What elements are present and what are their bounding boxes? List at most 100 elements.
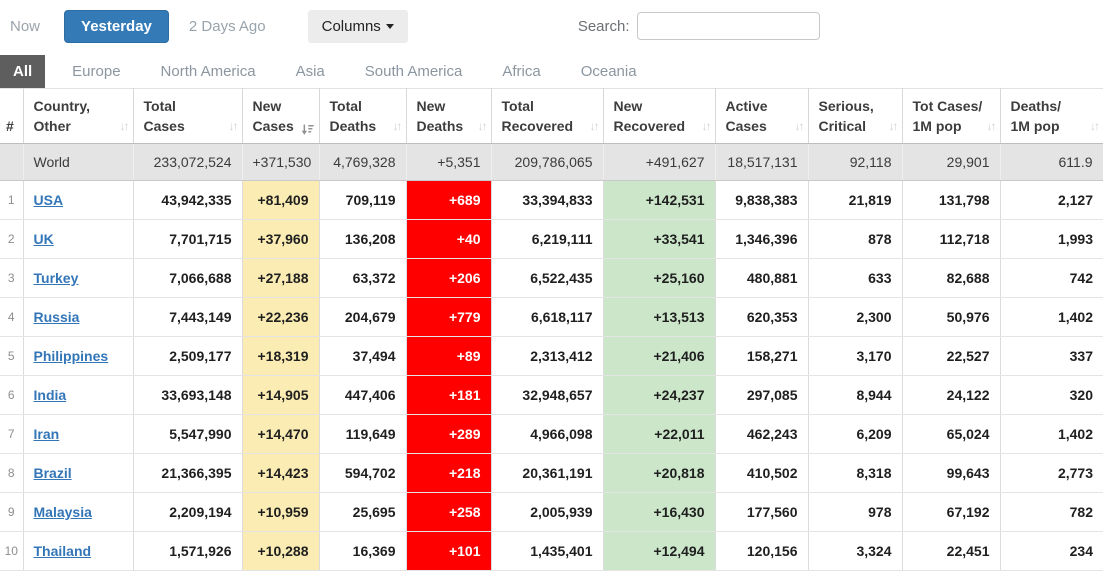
search-group: Search: [578, 12, 820, 40]
sort-unsorted-icon: ↓↑ [228, 119, 239, 134]
sort-unsorted-icon: ↓↑ [477, 119, 488, 134]
two-days-ago-button[interactable]: 2 Days Ago [189, 18, 266, 35]
cell-serious-critical: 978 [808, 492, 903, 532]
header-new-deaths[interactable]: New Deaths ↓↑ [406, 88, 492, 144]
cell-total-deaths: 136,208 [319, 219, 407, 259]
tab-all[interactable]: All [0, 55, 46, 88]
cell-active-cases: 620,353 [715, 297, 809, 337]
cell-rank: 2 [0, 219, 24, 259]
continent-tabs: All Europe North America Asia South America A… [0, 52, 1103, 88]
cell-deaths-1m: 2,773 [1000, 453, 1103, 493]
header-active-cases[interactable]: Active Cases ↓↑ [715, 88, 809, 144]
header-rank: # [0, 88, 24, 144]
cell-total-cases: 233,072,524 [133, 143, 243, 181]
cell-rank: 8 [0, 453, 24, 493]
cell-total-recovered: 6,522,435 [491, 258, 604, 298]
now-button[interactable]: Now [10, 18, 40, 35]
cell-total-cases: 33,693,148 [133, 375, 243, 415]
header-label: Other [33, 118, 71, 135]
header-deaths-1m[interactable]: Deaths/1M pop ↓↑ [1000, 88, 1103, 144]
header-total-recovered[interactable]: Total Recovered ↓↑ [491, 88, 604, 144]
cell-total-recovered: 2,313,412 [491, 336, 604, 376]
table-row: 9 Malaysia 2,209,194 +10,959 25,695 +258 2,005… [0, 492, 1103, 532]
cell-tot-cases-1m: 24,122 [902, 375, 1001, 415]
country-link[interactable]: Russia [34, 309, 80, 325]
table-body: World 233,072,524 +371,530 4,769,328 +5,351 2… [0, 143, 1103, 571]
header-new-recovered[interactable]: New Recovered ↓↑ [603, 88, 716, 144]
table-row: 7 Iran 5,547,990 +14,470 119,649 +289 4,966,09… [0, 414, 1103, 454]
tab-north-america[interactable]: North America [148, 55, 269, 88]
cell-serious-critical: 8,944 [808, 375, 903, 415]
cell-total-recovered: 32,948,657 [491, 375, 604, 415]
cell-new-deaths: +689 [406, 180, 492, 220]
cell-rank: 3 [0, 258, 24, 298]
search-input[interactable] [636, 12, 820, 40]
header-label: 1M pop [912, 118, 962, 135]
cell-serious-critical: 3,170 [808, 336, 903, 376]
cell-total-deaths: 16,369 [319, 531, 407, 571]
cell-active-cases: 1,346,396 [715, 219, 809, 259]
sort-unsorted-icon: ↓↑ [1090, 119, 1100, 134]
header-total-deaths[interactable]: Total Deaths ↓↑ [319, 88, 407, 144]
cell-deaths-1m: 782 [1000, 492, 1103, 532]
header-new-cases[interactable]: New Cases [242, 88, 320, 144]
sort-desc-icon [301, 123, 314, 136]
country-link[interactable]: Turkey [34, 270, 79, 286]
cell-tot-cases-1m: 22,527 [902, 336, 1001, 376]
cell-new-cases: +37,960 [242, 219, 320, 259]
cell-deaths-1m: 1,402 [1000, 297, 1103, 337]
cell-country: Malaysia [23, 492, 134, 532]
country-link[interactable]: Iran [34, 426, 60, 442]
header-serious-critical[interactable]: Serious, Critical ↓↑ [808, 88, 903, 144]
cell-deaths-1m: 742 [1000, 258, 1103, 298]
sort-unsorted-icon: ↓↑ [888, 119, 899, 134]
header-label: Serious, [818, 98, 874, 114]
tab-europe[interactable]: Europe [59, 55, 133, 88]
covid-stats-table: # Country, Other ↓↑ Total Cases ↓↑ New Cases Tota… [0, 88, 1103, 571]
country-link[interactable]: Thailand [34, 543, 92, 559]
country-link[interactable]: UK [34, 231, 54, 247]
yesterday-button[interactable]: Yesterday [64, 9, 169, 43]
header-label: Total [329, 98, 362, 114]
country-link[interactable]: Philippines [34, 348, 109, 364]
header-label: Active [725, 98, 768, 114]
header-total-cases[interactable]: Total Cases ↓↑ [133, 88, 243, 144]
tab-africa[interactable]: Africa [489, 55, 553, 88]
cell-rank: 7 [0, 414, 24, 454]
country-link[interactable]: Brazil [34, 465, 72, 481]
cell-new-recovered: +13,513 [603, 297, 716, 337]
cell-new-deaths: +40 [406, 219, 492, 259]
cell-tot-cases-1m: 131,798 [902, 180, 1001, 220]
cell-total-recovered: 209,786,065 [491, 143, 604, 181]
country-link[interactable]: Malaysia [34, 504, 92, 520]
cell-rank: 9 [0, 492, 24, 532]
cell-serious-critical: 92,118 [808, 143, 903, 181]
country-link[interactable]: USA [34, 192, 64, 208]
header-label: New [613, 98, 643, 114]
cell-total-deaths: 594,702 [319, 453, 407, 493]
cell-new-deaths: +206 [406, 258, 492, 298]
cell-new-deaths: +89 [406, 336, 492, 376]
cell-rank: 4 [0, 297, 24, 337]
cell-country: Russia [23, 297, 134, 337]
tab-south-america[interactable]: South America [352, 55, 476, 88]
country-link[interactable]: India [34, 387, 67, 403]
tab-oceania[interactable]: Oceania [568, 55, 650, 88]
sort-unsorted-icon: ↓↑ [701, 119, 712, 134]
cell-total-cases: 2,209,194 [133, 492, 243, 532]
tab-asia[interactable]: Asia [283, 55, 338, 88]
table-row: 4 Russia 7,443,149 +22,236 204,679 +779 6,618,… [0, 297, 1103, 337]
cell-new-deaths: +218 [406, 453, 492, 493]
cell-active-cases: 480,881 [715, 258, 809, 298]
cell-deaths-1m: 337 [1000, 336, 1103, 376]
header-country[interactable]: Country, Other ↓↑ [23, 88, 134, 144]
columns-dropdown-button[interactable]: Columns [307, 9, 408, 43]
table-header-row: # Country, Other ↓↑ Total Cases ↓↑ New Cases Tota… [0, 88, 1103, 144]
cell-rank: 5 [0, 336, 24, 376]
cell-new-cases: +14,470 [242, 414, 320, 454]
header-label: # [6, 118, 14, 135]
cell-serious-critical: 3,324 [808, 531, 903, 571]
header-tot-cases-1m[interactable]: Tot Cases/1M pop ↓↑ [902, 88, 1001, 144]
cell-tot-cases-1m: 65,024 [902, 414, 1001, 454]
sort-unsorted-icon: ↓↑ [119, 119, 130, 134]
